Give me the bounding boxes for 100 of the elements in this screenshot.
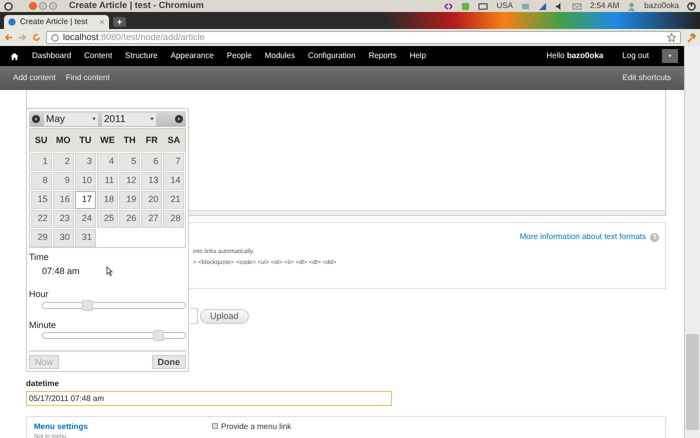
caret-icon	[92, 117, 96, 121]
calendar-day[interactable]: 3	[74, 152, 96, 170]
calendar-day[interactable]: 9	[52, 172, 74, 190]
slider-track[interactable]	[42, 332, 186, 339]
slider-thumb[interactable]	[82, 300, 94, 310]
back-icon[interactable]	[4, 33, 13, 42]
clock[interactable]: 2:54 AM	[590, 0, 620, 12]
calendar-day[interactable]: 30	[52, 228, 74, 246]
upload-button[interactable]: Upload	[200, 308, 249, 324]
calendar-day[interactable]: 1	[30, 152, 52, 170]
calendar-day[interactable]: 21	[163, 190, 184, 208]
toolbar-link[interactable]: Appearance	[170, 50, 214, 62]
calendar-day[interactable]: 26	[119, 210, 140, 228]
network-icon[interactable]	[520, 2, 530, 10]
slider-thumb[interactable]	[153, 330, 164, 341]
shortcut-link[interactable]: Add content	[13, 72, 56, 84]
slider-label: Hour	[29, 288, 50, 301]
year-select[interactable]: 2011	[102, 112, 156, 126]
calendar-day[interactable]: 14	[163, 172, 184, 190]
edit-shortcuts-link[interactable]: Edit shortcuts	[622, 72, 671, 84]
calendar-day[interactable]: 27	[141, 210, 162, 228]
wrench-icon[interactable]	[686, 32, 696, 42]
minimize-button[interactable]	[39, 2, 47, 10]
toolbar-link[interactable]: People	[226, 50, 252, 62]
scrollbar[interactable]	[684, 46, 700, 438]
forward-icon[interactable]	[18, 33, 27, 42]
calendar-day[interactable]: 19	[119, 190, 140, 208]
logout-link[interactable]: Log out	[622, 50, 649, 62]
calendar-day[interactable]: 23	[52, 210, 74, 228]
weekday-header: SA	[162, 129, 185, 152]
calendar-day[interactable]: 28	[163, 210, 184, 228]
time-value: 07:48 am	[42, 264, 80, 278]
calendar-day[interactable]: 29	[30, 228, 52, 246]
next-month-icon[interactable]	[175, 115, 183, 123]
toolbar-link[interactable]: Content	[84, 50, 112, 62]
calendar-day[interactable]: 6	[141, 152, 162, 170]
mail-icon[interactable]	[572, 2, 582, 10]
toolbar-link[interactable]: Dashboard	[32, 50, 72, 62]
calendar-day[interactable]: 24	[74, 210, 96, 228]
update-icon[interactable]	[461, 2, 470, 10]
menu-link-checkbox[interactable]	[212, 423, 218, 429]
maximize-button[interactable]	[49, 2, 57, 10]
scrollbar-thumb[interactable]	[686, 334, 699, 430]
datetime-field[interactable]: 05/17/2011 07:48 am	[26, 391, 392, 406]
weekday-header: TU	[74, 129, 96, 152]
address-field[interactable]: localhost:8080/test/node/add/article	[46, 31, 681, 44]
file-field[interactable]	[190, 308, 198, 324]
calendar-day[interactable]: 11	[96, 172, 118, 190]
close-button[interactable]	[29, 2, 37, 10]
text-formats-link[interactable]: More information about text formats	[520, 231, 646, 243]
code-icon[interactable]	[444, 2, 454, 10]
slider-track[interactable]	[42, 302, 186, 308]
home-icon[interactable]	[10, 52, 19, 60]
keyboard-layout[interactable]: USA	[496, 0, 513, 12]
weekday-header: FR	[140, 129, 163, 152]
calendar-day[interactable]: 22	[30, 210, 52, 228]
logo-icon[interactable]	[4, 2, 13, 10]
reload-icon[interactable]	[32, 33, 41, 42]
browser-tab[interactable]: Create Article | test	[4, 15, 109, 29]
shortcut-link[interactable]: Find content	[66, 72, 110, 84]
field-label: datetime	[26, 378, 60, 390]
mouse-pointer-icon	[106, 266, 115, 277]
weekday-header: MO	[52, 129, 74, 152]
keyboard-icon[interactable]	[478, 2, 488, 10]
new-tab-button[interactable]: +	[113, 17, 126, 27]
calendar-day[interactable]: 20	[141, 190, 162, 208]
menu-settings-tab[interactable]: Menu settings	[34, 421, 212, 433]
calendar-day[interactable]: 16	[52, 190, 74, 208]
previous-month-icon[interactable]	[32, 115, 40, 123]
toolbar-link[interactable]: Reports	[368, 50, 397, 62]
calendar-day[interactable]: 5	[119, 152, 140, 170]
calendar-day[interactable]: 25	[96, 210, 118, 228]
calendar-day[interactable]: 17	[74, 190, 96, 208]
user-name[interactable]: bazo0oka	[644, 0, 679, 12]
calendar-day[interactable]: 10	[74, 172, 96, 190]
user-icon[interactable]	[627, 2, 636, 10]
toolbar-link[interactable]: Modules	[264, 50, 295, 62]
calendar-day[interactable]: 15	[30, 190, 52, 208]
toolbar-link[interactable]: Structure	[125, 50, 158, 62]
calendar-day[interactable]: 2	[52, 152, 74, 170]
datepicker-button[interactable]: Done	[152, 355, 186, 369]
toolbar-link[interactable]: Help	[410, 50, 426, 62]
power-icon[interactable]	[687, 2, 696, 10]
calendar-day[interactable]: 12	[119, 172, 140, 190]
greeting-text: Hello bazo0oka	[546, 50, 604, 62]
toolbar-link[interactable]: Configuration	[308, 50, 356, 62]
bookmark-star-icon[interactable]	[667, 33, 676, 42]
checkbox-label: Provide a menu link	[221, 421, 292, 433]
globe-icon	[51, 34, 59, 42]
calendar-day[interactable]: 31	[74, 228, 96, 246]
close-icon[interactable]	[99, 19, 105, 25]
month-select[interactable]: May	[44, 112, 98, 126]
calendar-day[interactable]: 13	[141, 172, 162, 190]
slider-label: Minute	[29, 318, 58, 332]
shortcuts-toggle-button[interactable]	[662, 49, 678, 63]
calendar-day[interactable]: 18	[96, 190, 118, 208]
calendar-day[interactable]: 4	[96, 152, 118, 170]
help-icon[interactable]	[650, 232, 659, 242]
calendar-day[interactable]: 7	[163, 152, 184, 170]
calendar-day[interactable]: 8	[30, 172, 52, 190]
